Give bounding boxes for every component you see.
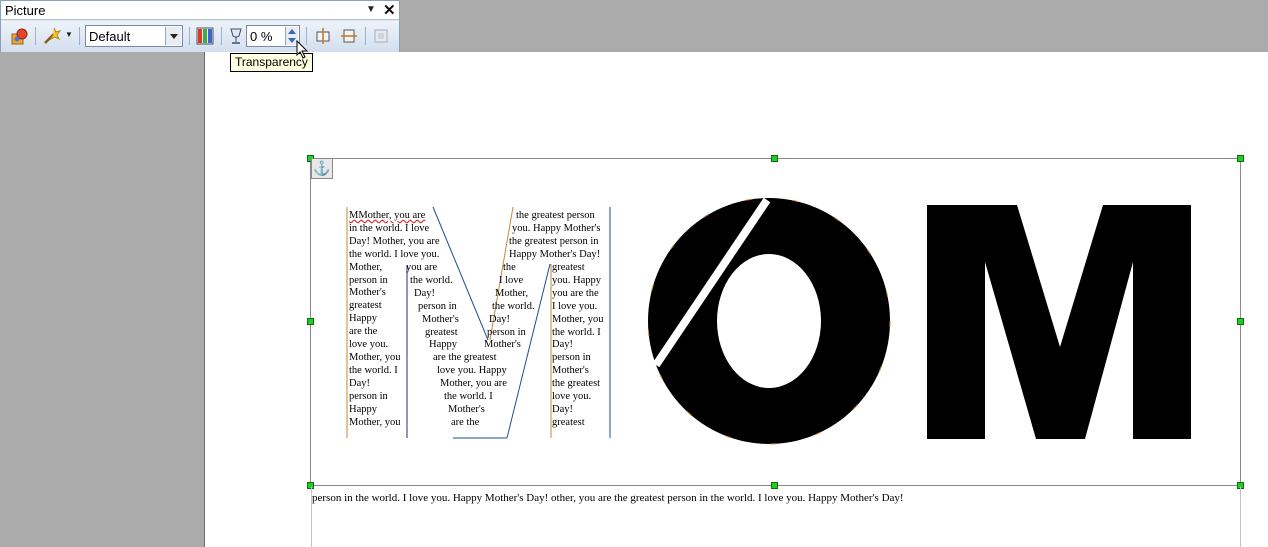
text-line: love you. Happy [437, 365, 507, 377]
toolbar-separator [221, 27, 222, 45]
text-line: Happy Mother's Day! [509, 248, 601, 260]
picture-toolbar: Picture ▼ ✕ ▼ Default 0 % [0, 0, 400, 52]
spin-up-icon[interactable] [288, 29, 296, 34]
text-line: I love [499, 274, 524, 286]
mouse-cursor-icon [296, 40, 309, 59]
text-line: you. Happy [552, 274, 601, 286]
text-line: person in [487, 326, 526, 338]
resize-handle[interactable] [1237, 155, 1244, 162]
filter-icon[interactable] [42, 26, 62, 46]
resize-handle[interactable] [1237, 318, 1244, 325]
page-margin-line [1240, 487, 1241, 547]
text-line: Mother, [495, 287, 529, 299]
chevron-down-icon[interactable] [165, 27, 181, 45]
workspace-background [0, 0, 205, 547]
text-line: love you. [552, 391, 592, 403]
text-line: the greatest person [516, 210, 595, 221]
toolbar-buttons: ▼ Default 0 % [1, 21, 399, 52]
m-text-column-right: greatest you. Happy you are the I love y… [552, 262, 604, 430]
text-line: Mother's [448, 403, 485, 415]
flip-horizontal-icon[interactable] [339, 26, 359, 46]
text-line: the world. I [444, 391, 493, 403]
text-line: greatest [552, 262, 585, 273]
text-line: person in [552, 352, 591, 364]
transparency-value: 0 % [250, 29, 273, 44]
filter-dropdown-icon[interactable]: ▼ [65, 30, 73, 39]
toolbar-separator [35, 27, 36, 45]
text-line: the [503, 262, 516, 273]
m-text-top-right: the greatest person you. Happy Mother's … [509, 210, 601, 262]
text-line: greatest [552, 416, 585, 428]
text-line: Mother's [484, 339, 521, 351]
m-text-diagonal-right: the I love Mother, the world. Day! perso… [484, 262, 535, 352]
text-line: you are the [552, 287, 599, 299]
body-text-caption[interactable]: person in the world. I love you. Happy M… [312, 492, 904, 504]
text-line: Mother, you [552, 313, 604, 325]
picture-properties-icon[interactable] [371, 26, 391, 46]
text-line: Day! Mother, you are [349, 235, 440, 247]
flip-vertical-icon[interactable] [313, 26, 333, 46]
text-line: Mother's [552, 365, 589, 377]
text-line: MMother, you are [349, 210, 426, 221]
toolbar-separator [189, 27, 190, 45]
anchor-icon[interactable]: ⚓ [311, 158, 333, 179]
text-line: the world. I love you. [349, 248, 440, 260]
resize-handle[interactable] [771, 482, 778, 489]
graphics-mode-select[interactable]: Default [85, 25, 183, 47]
toolbar-title: Picture [5, 3, 46, 18]
text-line: the greatest person in [509, 235, 599, 247]
text-line: Day! [552, 339, 573, 351]
text-line: I love you. [552, 300, 598, 312]
text-line: Day! [489, 313, 510, 325]
text-line: the world. [492, 300, 535, 312]
text-line: Day! [552, 403, 573, 415]
toolbar-titlebar[interactable]: Picture ▼ ✕ [1, 1, 399, 20]
toolbar-separator [79, 27, 80, 45]
text-line: are the [451, 416, 480, 428]
color-icon[interactable] [195, 26, 215, 46]
toolbar-options-icon[interactable]: ▼ [366, 4, 376, 15]
text-line: in the world. I love [349, 222, 430, 234]
resize-handle[interactable] [307, 318, 314, 325]
text-line: the world. I [552, 326, 601, 338]
text-line: Mother, you are [440, 378, 507, 390]
resize-handle[interactable] [771, 155, 778, 162]
text-line: the greatest [552, 378, 601, 390]
text-line: you. Happy Mother's [512, 222, 601, 234]
transparency-icon [230, 28, 242, 44]
text-line: are the greatest [433, 352, 497, 364]
spin-down-icon[interactable] [288, 38, 296, 43]
graphics-mode-value: Default [89, 29, 131, 44]
transparency-field[interactable]: 0 % [246, 25, 300, 47]
toolbar-separator [365, 27, 366, 45]
from-file-icon[interactable] [10, 26, 30, 46]
close-icon[interactable]: ✕ [383, 1, 396, 19]
